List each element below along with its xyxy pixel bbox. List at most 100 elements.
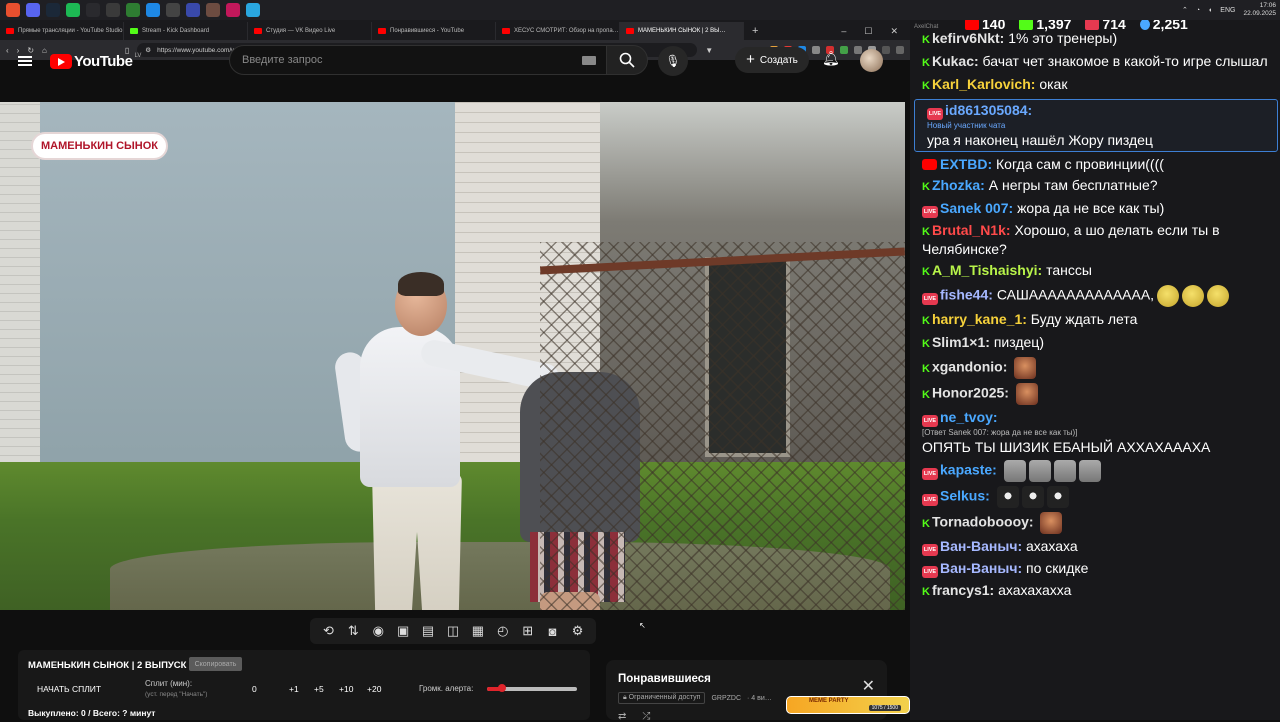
close-window-icon[interactable]: ✕: [890, 26, 898, 37]
chat-username[interactable]: EXTBD:: [940, 156, 992, 172]
clock[interactable]: 17:06 22.09.2025: [1243, 2, 1276, 18]
captions-icon[interactable]: ▦: [469, 623, 487, 639]
browser-tab[interactable]: Прямые трансляции - YouTube Studio: [0, 22, 124, 40]
minimize-icon[interactable]: –: [841, 26, 846, 36]
browser-tab[interactable]: Stream - Kick Dashboard: [124, 22, 248, 40]
tab-label: Прямые трансляции - YouTube Studio: [18, 28, 123, 34]
playlist-controls: ⇄ ⤮: [618, 711, 650, 722]
brave-icon[interactable]: [6, 3, 20, 17]
create-button[interactable]: + Создать: [735, 47, 809, 73]
youtube-play-icon: [50, 53, 72, 69]
chat-username[interactable]: Kukac:: [932, 53, 979, 69]
split-hint: (уст. перед "Начать"): [145, 691, 208, 698]
chat-username[interactable]: Ван-Ваныч:: [940, 560, 1022, 576]
chat-username[interactable]: id861305084:: [945, 102, 1032, 118]
menu-hamburger-icon[interactable]: [18, 56, 32, 66]
chat-username[interactable]: fishe44:: [940, 287, 993, 303]
close-icon[interactable]: ✕: [862, 676, 875, 696]
chat-username[interactable]: Honor2025:: [932, 385, 1009, 401]
sort-icon[interactable]: ⇅: [344, 623, 362, 639]
chat-username[interactable]: francys1:: [932, 582, 994, 598]
steam-icon[interactable]: [46, 3, 60, 17]
copy-button[interactable]: Скопировать: [189, 657, 242, 671]
search-input[interactable]: Введите запрос: [229, 45, 609, 75]
plus-1-button[interactable]: +1: [289, 684, 299, 694]
chat-username[interactable]: Slim1×1:: [932, 334, 990, 350]
browser-tab[interactable]: Понравившиеся - YouTube: [372, 22, 496, 40]
clapper-icon[interactable]: ▤: [419, 623, 437, 639]
maximize-icon[interactable]: ☐: [864, 26, 872, 37]
app-icon-7[interactable]: [126, 3, 140, 17]
chat-username[interactable]: A_M_Tishaishyi:: [932, 262, 1042, 278]
browser-tab[interactable]: Студия — VK Видео Live: [248, 22, 372, 40]
lang-indicator[interactable]: ENG: [1220, 7, 1235, 14]
chat-message: K Slim1×1: пиздец): [910, 332, 1280, 355]
volume-knob[interactable]: [498, 684, 507, 692]
notifications-bell-icon[interactable]: 🔔︎: [822, 50, 840, 67]
video-player[interactable]: МАМЕНЬКИН СЫНОК: [0, 102, 905, 610]
kick-icon: K: [922, 80, 930, 92]
chat-username[interactable]: kapaste:: [940, 462, 997, 478]
new-tab-button[interactable]: +: [744, 22, 766, 40]
app-icon-10[interactable]: [186, 3, 200, 17]
chat-username[interactable]: Zhozka:: [932, 177, 985, 193]
chat-username[interactable]: Sanek 007:: [940, 200, 1013, 216]
volume-icon[interactable]: ◖: [1208, 7, 1212, 14]
app-icon-6[interactable]: [106, 3, 120, 17]
obs-icon[interactable]: [86, 3, 100, 17]
app-icon-8[interactable]: [146, 3, 160, 17]
broadcast-icon[interactable]: ◉: [369, 623, 387, 639]
chat-username[interactable]: Ван-Ваныч:: [940, 538, 1022, 554]
emote-stone-icon: [1003, 460, 1026, 482]
chat-message: LIVE Ван-Ваныч: по скидке: [910, 558, 1280, 580]
youtube-logo[interactable]: YouTube LV: [50, 53, 141, 70]
browser-tab[interactable]: МАМЕНЬКИН СЫНОК | 2 ВЫ…: [620, 22, 744, 40]
plus-5-button[interactable]: +5: [314, 684, 324, 694]
vk-live-icon: LIVE: [922, 292, 938, 305]
playlist-title[interactable]: Понравившиеся: [618, 673, 711, 685]
video-title-badge: МАМЕНЬКИН СЫНОК: [31, 132, 169, 160]
picture-in-picture-icon[interactable]: ◫: [444, 623, 462, 639]
settings-gear-icon[interactable]: ⚙: [569, 623, 587, 639]
screenshot-icon[interactable]: ◙: [544, 624, 562, 639]
app-icon-12[interactable]: [226, 3, 240, 17]
tray-chevron-icon[interactable]: ⌃: [1182, 6, 1188, 14]
keyboard-icon[interactable]: [582, 56, 596, 65]
browser-tab[interactable]: ХЕСУС СМОТРИТ: Обзор на пропа…: [496, 22, 620, 40]
search-button[interactable]: [606, 45, 648, 75]
tab-favicon-icon: [6, 28, 14, 34]
avatar[interactable]: [860, 49, 883, 72]
camera-settings-icon[interactable]: ▣: [394, 623, 412, 639]
shuffle-icon[interactable]: ⤮: [642, 711, 650, 722]
plus-10-button[interactable]: +10: [339, 684, 353, 694]
telegram-icon[interactable]: [246, 3, 260, 17]
frame-add-icon[interactable]: ⊞: [519, 623, 537, 639]
chat-username[interactable]: ne_tvoy:: [940, 409, 998, 425]
emote-blob-icon: [1157, 285, 1180, 307]
playlist-owner[interactable]: GRPZDC: [711, 695, 741, 702]
app-icon-11[interactable]: [206, 3, 220, 17]
vk-live-icon: LIVE: [922, 415, 938, 427]
repeat-icon[interactable]: ⟲: [319, 623, 337, 639]
app-icon-9[interactable]: [166, 3, 180, 17]
voice-search-button[interactable]: 🎙: [658, 46, 688, 76]
chat-username[interactable]: Brutal_N1k:: [932, 222, 1011, 238]
alert-volume-label: Громк. алерта:: [419, 684, 474, 693]
alert-volume-slider[interactable]: [487, 684, 577, 692]
spotify-icon[interactable]: [66, 3, 80, 17]
speed-icon[interactable]: ◴: [494, 623, 512, 639]
chat-username[interactable]: Karl_Karlovich:: [932, 76, 1035, 92]
chat-message: K A_M_Tishaishyi: танссы: [910, 260, 1280, 283]
wifi-icon[interactable]: ◔: [1196, 7, 1200, 14]
discord-icon[interactable]: [26, 3, 40, 17]
chat-text: ахахахахха: [998, 582, 1072, 598]
chat-message: K Brutal_N1k: Хорошо, а шо делать если ты…: [910, 220, 1280, 260]
plus-20-button[interactable]: +20: [367, 684, 381, 694]
chat-username[interactable]: Tornadoboooy:: [932, 514, 1034, 530]
start-split-button[interactable]: НАЧАТЬ СПЛИТ: [37, 684, 101, 694]
chat-username[interactable]: Selkus:: [940, 488, 990, 504]
kick-icon: K: [922, 362, 930, 375]
loop-icon[interactable]: ⇄: [618, 711, 626, 722]
chat-username[interactable]: harry_kane_1:: [932, 311, 1027, 327]
chat-username[interactable]: xgandonio:: [932, 359, 1007, 375]
